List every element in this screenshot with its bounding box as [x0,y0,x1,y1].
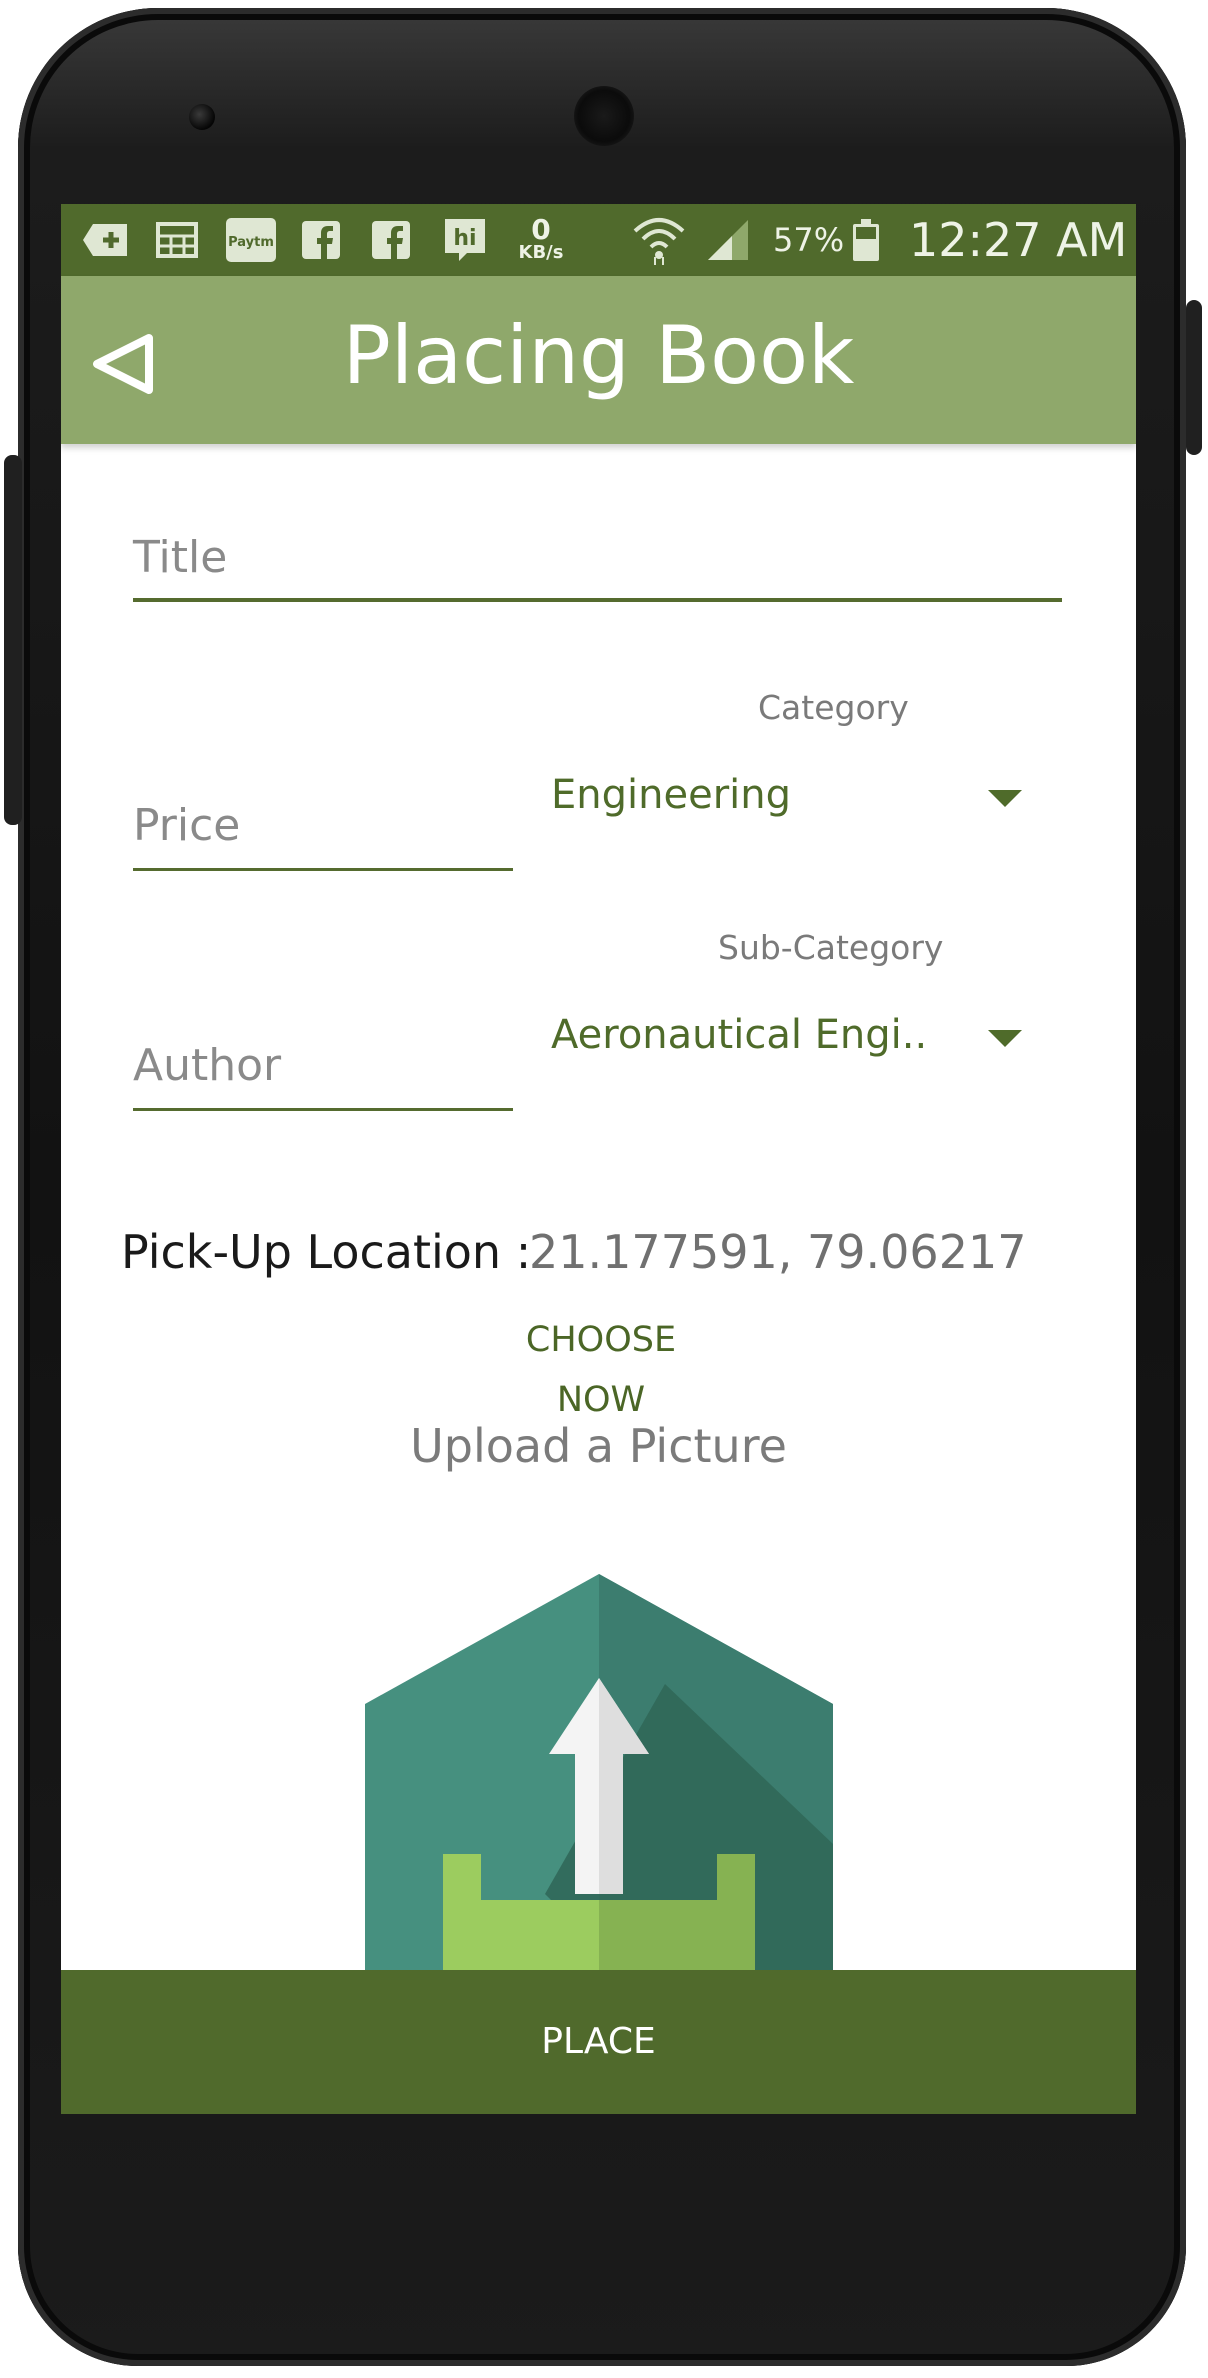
pickup-location-value: 21.177591, 79.06217 [529,1225,1027,1279]
title-input[interactable]: Title [133,532,227,583]
wifi-icon [631,218,687,265]
pickup-location-label: Pick-Up Location : [121,1225,532,1279]
sub-category-dropdown-icon[interactable] [988,1030,1022,1047]
paytm-icon: Paytm [225,218,277,262]
upload-picture-label: Upload a Picture [410,1419,787,1473]
price-underline [133,868,513,871]
network-speed-value: 0 [531,213,551,246]
volume-button [4,455,22,825]
svg-text:Paytm: Paytm [228,235,274,250]
status-bar: Paytm hi 0 KB/s 57% 12:27 AM [61,204,1136,276]
author-input[interactable]: Author [133,1040,281,1091]
battery-percent: 57% [773,221,845,259]
network-speed-unit: KB/s [518,242,564,263]
signal-icon [706,218,750,262]
earpiece-speaker [574,86,634,146]
app-bar: Placing Book [61,276,1136,444]
category-spinner[interactable]: Engineering [551,772,791,818]
price-input[interactable]: Price [133,800,240,851]
upload-house-icon[interactable] [365,1574,833,1974]
page-title: Placing Book [342,309,855,402]
battery-icon [851,218,881,262]
clock: 12:27 AM [909,213,1128,267]
hike-icon: hi [441,218,489,262]
add-box-icon [81,218,131,262]
svg-text:hi: hi [453,226,476,251]
power-button [1186,300,1202,455]
title-underline [133,598,1062,602]
author-underline [133,1108,513,1111]
category-dropdown-icon[interactable] [988,790,1022,807]
facebook-icon [371,218,411,262]
sub-category-spinner[interactable]: Aeronautical Engi.. [551,1012,927,1058]
app-screen: Paytm hi 0 KB/s 57% 12:27 AM Placing Boo… [61,204,1136,2114]
place-button[interactable]: PLACE [61,1970,1136,2114]
sub-category-label: Sub-Category [718,928,944,967]
network-speed: 0 KB/s [511,213,571,263]
grid-app-icon [156,218,198,262]
choose-now-button[interactable]: CHOOSE NOW [481,1310,721,1420]
category-label: Category [758,688,909,727]
facebook-icon [301,218,341,262]
front-camera [189,104,215,130]
